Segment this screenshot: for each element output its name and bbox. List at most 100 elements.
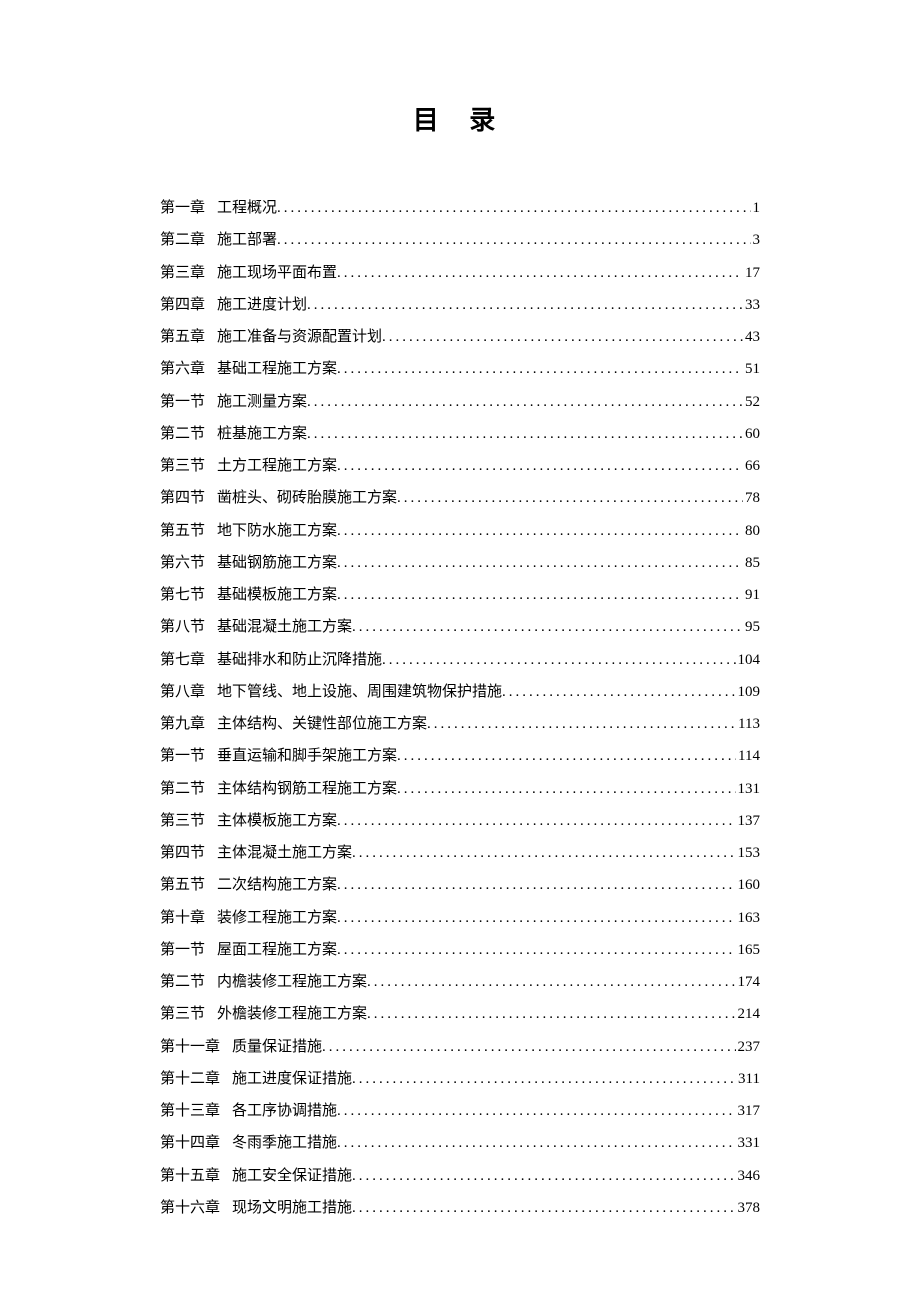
toc-entry-text: 施工准备与资源配置计划: [217, 321, 382, 353]
toc-entry-leader: [337, 902, 735, 934]
toc-entry: 第三节外檐装修工程施工方案214: [160, 998, 760, 1030]
toc-entry-label: 第七章: [160, 644, 217, 676]
toc-entry: 第三节土方工程施工方案66: [160, 450, 760, 482]
toc-entry-label: 第十五章: [160, 1160, 232, 1192]
toc-entry-page: 3: [751, 224, 761, 256]
toc-entry-text: 土方工程施工方案: [217, 450, 337, 482]
toc-entry-page: 214: [736, 998, 761, 1030]
toc-entry: 第九章主体结构、关键性部位施工方案113: [160, 708, 760, 740]
toc-entry: 第一节屋面工程施工方案165: [160, 934, 760, 966]
toc-entry-leader: [337, 353, 743, 385]
toc-entry-leader: [367, 966, 735, 998]
toc-entry-leader: [337, 547, 743, 579]
toc-entry-page: 80: [743, 515, 760, 547]
toc-entry-page: 95: [743, 611, 760, 643]
toc-entry-text: 主体结构钢筋工程施工方案: [217, 773, 397, 805]
toc-entry-text: 主体混凝土施工方案: [217, 837, 352, 869]
toc-entry-label: 第十三章: [160, 1095, 232, 1127]
toc-entry-leader: [352, 1063, 736, 1095]
toc-entry-text: 基础工程施工方案: [217, 353, 337, 385]
toc-entry: 第三章施工现场平面布置 17: [160, 257, 760, 289]
toc-entry-page: 85: [743, 547, 760, 579]
toc-entry-label: 第五节: [160, 515, 217, 547]
toc-entry-text: 施工安全保证措施: [232, 1160, 352, 1192]
toc-entry-page: 60: [743, 418, 760, 450]
toc-entry-page: 114: [736, 740, 760, 772]
toc-entry-text: 施工现场平面布置: [217, 257, 337, 289]
toc-entry-page: 153: [736, 837, 761, 869]
toc-entry-leader: [352, 1160, 735, 1192]
toc-entry-leader: [337, 869, 735, 901]
toc-entry: 第一节垂直运输和脚手架施工方案114: [160, 740, 760, 772]
toc-entry-label: 第八节: [160, 611, 217, 643]
toc-entry-leader: [337, 450, 743, 482]
toc-entry-text: 垂直运输和脚手架施工方案: [217, 740, 397, 772]
toc-entry-leader: [502, 676, 735, 708]
toc-entry-text: 施工部署: [217, 224, 277, 256]
toc-entry-page: 1: [751, 192, 761, 224]
toc-entry-leader: [337, 1127, 735, 1159]
toc-entry: 第四章施工进度计划33: [160, 289, 760, 321]
toc-entry-page: 163: [736, 902, 761, 934]
toc-entry-label: 第四节: [160, 837, 217, 869]
toc-entry-label: 第一节: [160, 386, 217, 418]
toc-entry: 第二节内檐装修工程施工方案174: [160, 966, 760, 998]
toc-entry-page: 165: [736, 934, 761, 966]
toc-entry-page: 91: [743, 579, 760, 611]
toc-entry-leader: [307, 418, 743, 450]
toc-entry-page: 52: [743, 386, 760, 418]
toc-entry: 第五节地下防水施工方案80: [160, 515, 760, 547]
toc-entry-leader: [337, 805, 735, 837]
toc-entry-label: 第三节: [160, 998, 217, 1030]
toc-entry-text: 质量保证措施: [232, 1031, 322, 1063]
toc-entry-leader: [337, 579, 743, 611]
toc-entry-label: 第三节: [160, 450, 217, 482]
toc-entry-text: 各工序协调措施: [232, 1095, 337, 1127]
toc-entry-page: 160: [736, 869, 761, 901]
toc-entry: 第十五章施工安全保证措施346: [160, 1160, 760, 1192]
toc-entry-label: 第一章: [160, 192, 217, 224]
toc-entry-label: 第九章: [160, 708, 217, 740]
toc-entry: 第十一章质量保证措施237: [160, 1031, 760, 1063]
toc-entry-leader: [277, 192, 750, 224]
toc-entry-text: 基础模板施工方案: [217, 579, 337, 611]
toc-entry: 第八章地下管线、地上设施、周围建筑物保护措施109: [160, 676, 760, 708]
toc-entry-page: 109: [736, 676, 761, 708]
toc-entry-label: 第四章: [160, 289, 217, 321]
toc-entry-page: 378: [736, 1192, 761, 1224]
toc-entry-text: 基础排水和防止沉降措施: [217, 644, 382, 676]
toc-entry-page: 17: [743, 257, 760, 289]
toc-entry-page: 131: [736, 773, 761, 805]
toc-entry-page: 51: [743, 353, 760, 385]
toc-entry-label: 第六章: [160, 353, 217, 385]
toc-list: 第一章工程概况1第二章施工部署3第三章施工现场平面布置17第四章施工进度计划33…: [160, 192, 760, 1224]
toc-entry: 第五章施工准备与资源配置计划43: [160, 321, 760, 353]
toc-entry-label: 第二节: [160, 773, 217, 805]
toc-entry-leader: [277, 224, 750, 256]
toc-entry-label: 第二章: [160, 224, 217, 256]
toc-entry-leader: [337, 257, 743, 289]
toc-entry-text: 内檐装修工程施工方案: [217, 966, 367, 998]
toc-entry: 第六节基础钢筋施工方案85: [160, 547, 760, 579]
toc-entry-leader: [382, 644, 735, 676]
toc-entry-label: 第八章: [160, 676, 217, 708]
toc-entry-leader: [397, 482, 743, 514]
toc-entry-leader: [427, 708, 736, 740]
toc-entry-text: 基础钢筋施工方案: [217, 547, 337, 579]
toc-entry-label: 第七节: [160, 579, 217, 611]
toc-entry-leader: [397, 740, 736, 772]
toc-entry-leader: [337, 934, 735, 966]
toc-entry-leader: [352, 1192, 735, 1224]
toc-title: 目 录: [160, 100, 760, 137]
toc-entry: 第五节二次结构施工方案160: [160, 869, 760, 901]
toc-entry-page: 137: [736, 805, 761, 837]
toc-entry-page: 331: [736, 1127, 761, 1159]
toc-entry-label: 第十章: [160, 902, 217, 934]
toc-entry-text: 桩基施工方案: [217, 418, 307, 450]
toc-entry-leader: [322, 1031, 735, 1063]
toc-entry-text: 施工进度保证措施: [232, 1063, 352, 1095]
toc-entry-leader: [337, 515, 743, 547]
toc-entry-label: 第三节: [160, 805, 217, 837]
toc-entry-label: 第五节: [160, 869, 217, 901]
toc-entry-label: 第三章: [160, 257, 217, 289]
